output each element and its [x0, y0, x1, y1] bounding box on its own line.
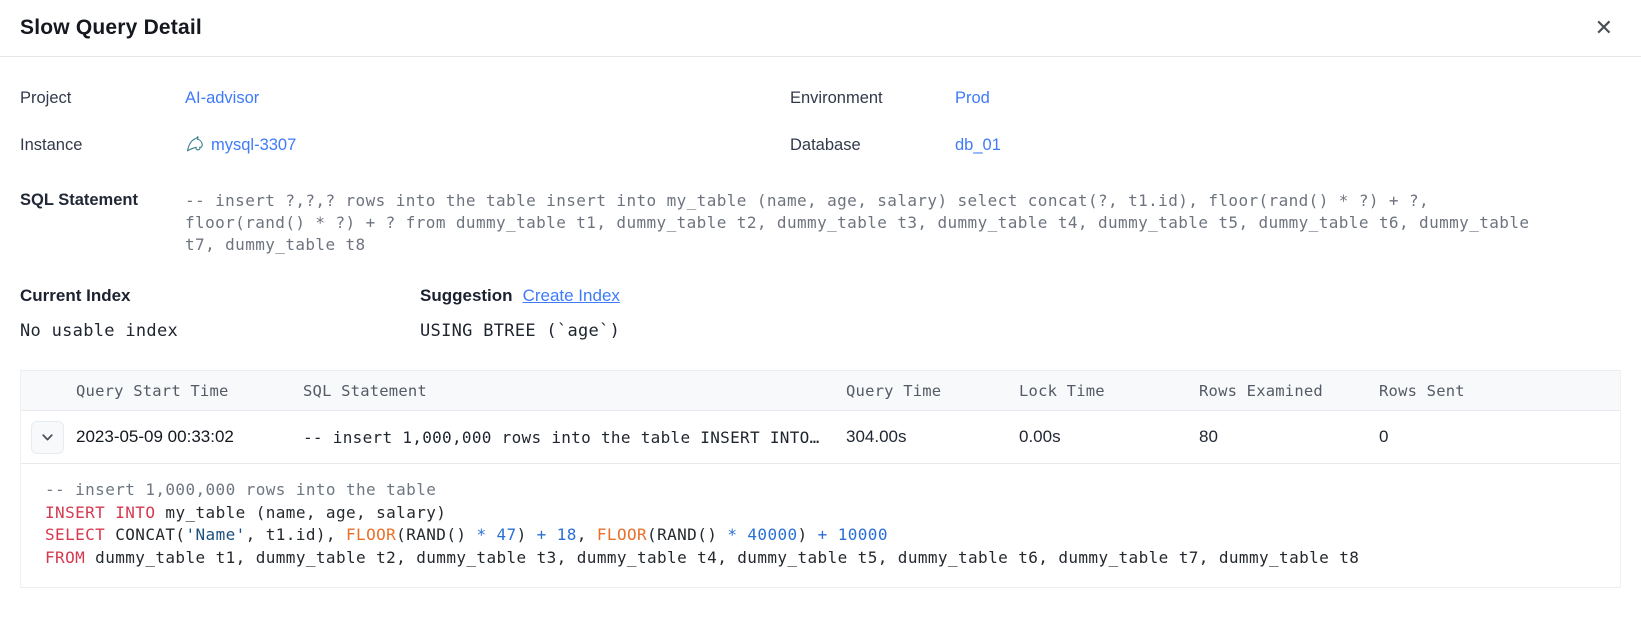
- header-rows-sent: Rows Sent: [1379, 382, 1620, 400]
- sql-statement-section: SQL Statement -- insert ?,?,? rows into …: [0, 182, 1641, 256]
- expand-row-button[interactable]: [31, 421, 64, 454]
- cell-rows-sent: 0: [1379, 427, 1620, 447]
- close-icon: ✕: [1595, 15, 1613, 40]
- query-info-section: Project AI-advisor Environment Prod Inst…: [0, 57, 1641, 155]
- environment-link[interactable]: Prod: [955, 89, 990, 108]
- project-link[interactable]: AI-advisor: [185, 89, 259, 108]
- sql-statement-label: SQL Statement: [20, 190, 185, 256]
- suggestion-value: USING BTREE (`age`): [420, 321, 620, 341]
- table-header-row: Query Start Time SQL Statement Query Tim…: [21, 371, 1620, 411]
- mysql-dolphin-icon: [185, 135, 205, 155]
- sql-from-line: FROM dummy_table t1, dummy_table t2, dum…: [45, 547, 1604, 570]
- chevron-down-icon: [40, 430, 55, 445]
- sql-comment-line: -- insert 1,000,000 rows into the table: [45, 479, 1604, 502]
- page-title: Slow Query Detail: [20, 16, 202, 40]
- cell-lock-time: 0.00s: [1019, 427, 1199, 447]
- instance-label: Instance: [20, 136, 185, 155]
- suggestion-label: Suggestion: [420, 286, 513, 306]
- current-index-label: Current Index: [20, 286, 131, 306]
- expanded-sql-panel: -- insert 1,000,000 rows into the table …: [21, 464, 1620, 587]
- cell-query-time: 304.00s: [846, 427, 1019, 447]
- instance-link[interactable]: mysql-3307: [211, 136, 296, 155]
- cell-query-start-time: 2023-05-09 00:33:02: [76, 427, 303, 447]
- slow-query-detail-dialog: { "dialog": { "title": "Slow Query Detai…: [0, 0, 1641, 625]
- header-rows-examined: Rows Examined: [1199, 382, 1379, 400]
- cell-sql-statement: -- insert 1,000,000 rows into the table …: [303, 428, 846, 447]
- header-query-time: Query Time: [846, 382, 1019, 400]
- sql-statement-text: -- insert ?,?,? rows into the table inse…: [185, 190, 1533, 256]
- sql-select-line: SELECT CONCAT('Name', t1.id), FLOOR(RAND…: [45, 524, 1604, 547]
- cell-rows-examined: 80: [1199, 427, 1379, 447]
- close-button[interactable]: ✕: [1591, 15, 1617, 41]
- create-index-link[interactable]: Create Index: [523, 286, 620, 306]
- sql-insert-line: INSERT INTO my_table (name, age, salary): [45, 502, 1604, 525]
- header-query-start-time: Query Start Time: [76, 382, 303, 400]
- header-sql-statement: SQL Statement: [303, 382, 846, 400]
- database-link[interactable]: db_01: [955, 136, 1001, 155]
- database-label: Database: [790, 136, 955, 155]
- slow-query-table: Query Start Time SQL Statement Query Tim…: [20, 370, 1621, 588]
- header-lock-time: Lock Time: [1019, 382, 1199, 400]
- environment-label: Environment: [790, 89, 955, 108]
- dialog-header: Slow Query Detail ✕: [0, 0, 1641, 57]
- current-index-value: No usable index: [20, 321, 420, 341]
- project-label: Project: [20, 89, 185, 108]
- table-row[interactable]: 2023-05-09 00:33:02 -- insert 1,000,000 …: [21, 411, 1620, 464]
- index-section: Current Index No usable index Suggestion…: [0, 256, 1641, 341]
